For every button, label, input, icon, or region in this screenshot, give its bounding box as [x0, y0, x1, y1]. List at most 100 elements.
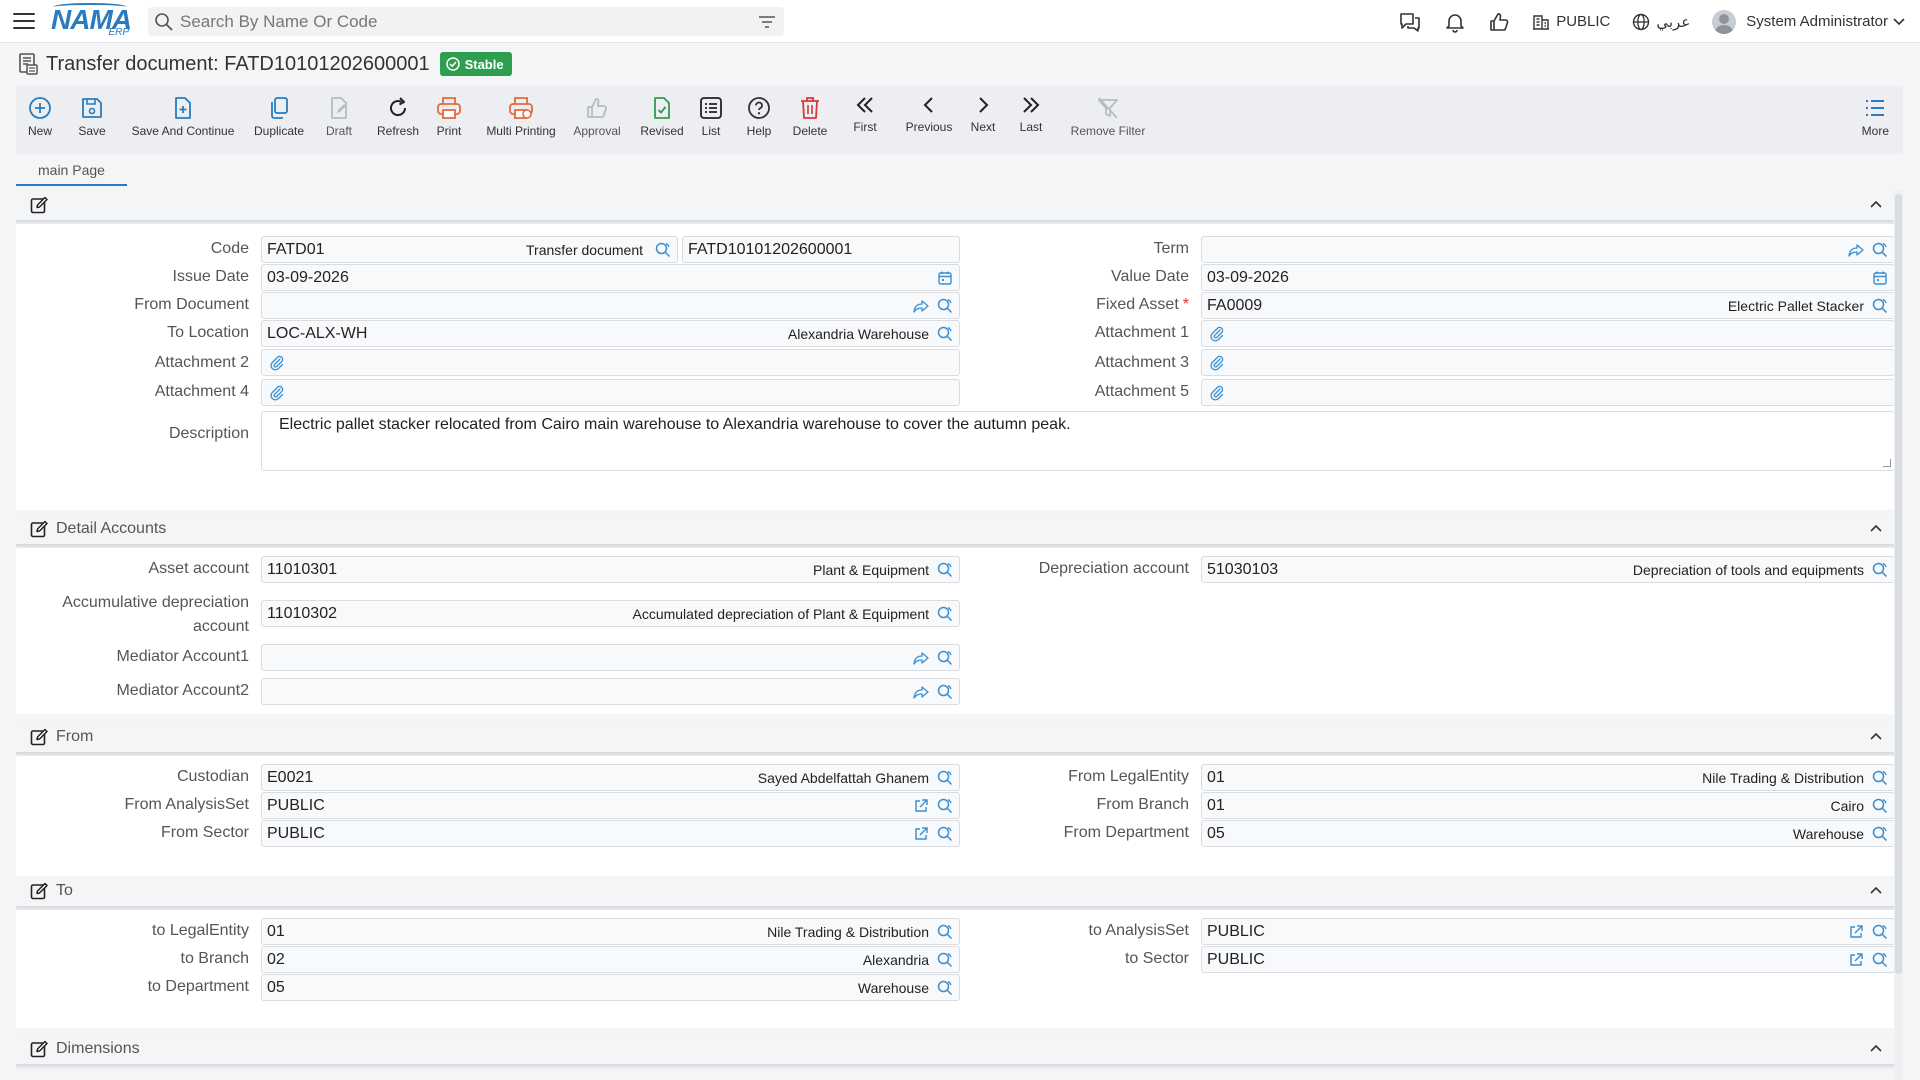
external-link-icon[interactable]: [1848, 952, 1864, 968]
external-link-icon[interactable]: [913, 826, 929, 842]
attachment2-field[interactable]: [261, 349, 960, 376]
vertical-scrollbar[interactable]: [1894, 190, 1903, 1080]
chevron-up-icon[interactable]: [1869, 885, 1883, 895]
search-icon[interactable]: [1872, 242, 1888, 258]
search-icon[interactable]: [937, 684, 953, 700]
language-selector[interactable]: عربي: [1632, 13, 1690, 31]
search-icon[interactable]: [937, 980, 953, 996]
resize-handle[interactable]: [1883, 459, 1891, 467]
search-icon[interactable]: [937, 770, 953, 786]
search-icon[interactable]: [937, 606, 953, 622]
search-icon[interactable]: [1872, 562, 1888, 578]
mediator-account1-field[interactable]: [261, 644, 960, 671]
section-dimensions-header[interactable]: Dimensions: [16, 1034, 1903, 1066]
from-sector-field[interactable]: PUBLIC: [261, 820, 960, 847]
from-department-field[interactable]: 05 Warehouse: [1201, 820, 1895, 847]
section-from-header[interactable]: From: [16, 722, 1903, 754]
search-icon[interactable]: [937, 562, 953, 578]
new-button[interactable]: New: [28, 86, 52, 138]
app-logo[interactable]: NAMA ERP: [51, 3, 133, 38]
search-icon[interactable]: [1872, 770, 1888, 786]
draft-button[interactable]: Draft: [324, 86, 354, 138]
multi-printing-button[interactable]: Multi Printing: [486, 86, 556, 138]
paperclip-icon[interactable]: [1209, 355, 1225, 371]
search-icon[interactable]: [937, 924, 953, 940]
menu-icon[interactable]: [13, 13, 35, 29]
paperclip-icon[interactable]: [1209, 385, 1225, 401]
revised-button[interactable]: Revised: [640, 86, 684, 138]
thumbs-up-icon[interactable]: [1488, 11, 1510, 33]
organization-selector[interactable]: PUBLIC: [1532, 13, 1610, 31]
chat-icon[interactable]: [1398, 11, 1422, 33]
document-number-field[interactable]: FATD10101202600001: [682, 236, 960, 263]
user-menu[interactable]: System Administrator: [1712, 9, 1906, 34]
search-input[interactable]: [180, 7, 758, 36]
search-icon[interactable]: [1872, 952, 1888, 968]
external-link-icon[interactable]: [1848, 924, 1864, 940]
term-field[interactable]: [1201, 236, 1895, 263]
approval-button[interactable]: Approval: [572, 86, 622, 138]
value-date-field[interactable]: 03-09-2026: [1201, 264, 1895, 291]
chevron-up-icon[interactable]: [1869, 1043, 1883, 1053]
paperclip-icon[interactable]: [1209, 326, 1225, 342]
to-sector-field[interactable]: PUBLIC: [1201, 946, 1895, 973]
chevron-up-icon[interactable]: [1869, 523, 1883, 533]
custodian-field[interactable]: E0021 Sayed Abdelfattah Ghanem: [261, 764, 960, 791]
search-icon[interactable]: [937, 298, 953, 314]
chevron-up-icon[interactable]: [1869, 731, 1883, 741]
share-icon[interactable]: [913, 650, 929, 666]
calendar-icon[interactable]: [937, 270, 953, 286]
attachment4-field[interactable]: [261, 379, 960, 406]
print-button[interactable]: Print: [434, 86, 464, 138]
previous-button[interactable]: Previous: [904, 86, 954, 134]
filter-icon[interactable]: [758, 15, 776, 29]
search-icon[interactable]: [1872, 826, 1888, 842]
search-icon[interactable]: [1872, 798, 1888, 814]
first-button[interactable]: First: [850, 86, 880, 134]
from-branch-field[interactable]: 01 Cairo: [1201, 792, 1895, 819]
search-icon[interactable]: [937, 798, 953, 814]
search-icon[interactable]: [937, 826, 953, 842]
search-icon[interactable]: [937, 952, 953, 968]
attachment1-field[interactable]: [1201, 320, 1895, 347]
save-and-continue-button[interactable]: Save And Continue: [131, 86, 235, 138]
asset-account-field[interactable]: 11010301 Plant & Equipment: [261, 556, 960, 583]
share-icon[interactable]: [1848, 242, 1864, 258]
attachment5-field[interactable]: [1201, 379, 1895, 406]
paperclip-icon[interactable]: [269, 355, 285, 371]
paperclip-icon[interactable]: [269, 385, 285, 401]
attachment3-field[interactable]: [1201, 349, 1895, 376]
depreciation-account-field[interactable]: 51030103 Depreciation of tools and equip…: [1201, 556, 1895, 583]
calendar-icon[interactable]: [1872, 270, 1888, 286]
external-link-icon[interactable]: [913, 798, 929, 814]
to-department-field[interactable]: 05 Warehouse: [261, 974, 960, 1001]
section-main-header[interactable]: [16, 190, 1903, 222]
section-to-header[interactable]: To: [16, 876, 1903, 908]
from-analysis-set-field[interactable]: PUBLIC: [261, 792, 960, 819]
mediator-account2-field[interactable]: [261, 678, 960, 705]
accumulative-depreciation-field[interactable]: 11010302 Accumulated depreciation of Pla…: [261, 600, 960, 627]
to-analysis-set-field[interactable]: PUBLIC: [1201, 918, 1895, 945]
chevron-up-icon[interactable]: [1869, 199, 1883, 209]
share-icon[interactable]: [913, 298, 929, 314]
section-detail-accounts-header[interactable]: Detail Accounts: [16, 514, 1903, 546]
to-location-field[interactable]: LOC-ALX-WH Alexandria Warehouse: [261, 320, 960, 347]
to-legal-entity-field[interactable]: 01 Nile Trading & Distribution: [261, 918, 960, 945]
search-icon[interactable]: [655, 242, 671, 258]
duplicate-button[interactable]: Duplicate: [254, 86, 304, 138]
to-branch-field[interactable]: 02 Alexandria: [261, 946, 960, 973]
next-button[interactable]: Next: [968, 86, 998, 134]
search-icon[interactable]: [1872, 924, 1888, 940]
search-icon[interactable]: [937, 650, 953, 666]
scrollbar-thumb[interactable]: [1895, 194, 1902, 974]
search-icon[interactable]: [937, 326, 953, 342]
share-icon[interactable]: [913, 684, 929, 700]
from-legal-entity-field[interactable]: 01 Nile Trading & Distribution: [1201, 764, 1895, 791]
remove-filter-button[interactable]: Remove Filter: [1068, 86, 1148, 138]
search-icon[interactable]: [1872, 298, 1888, 314]
bell-icon[interactable]: [1444, 11, 1466, 33]
more-button[interactable]: More: [1862, 86, 1889, 138]
description-textarea[interactable]: Electric pallet stacker relocated from C…: [261, 411, 1895, 471]
from-document-field[interactable]: [261, 292, 960, 319]
tab-main-page[interactable]: main Page: [16, 158, 127, 186]
